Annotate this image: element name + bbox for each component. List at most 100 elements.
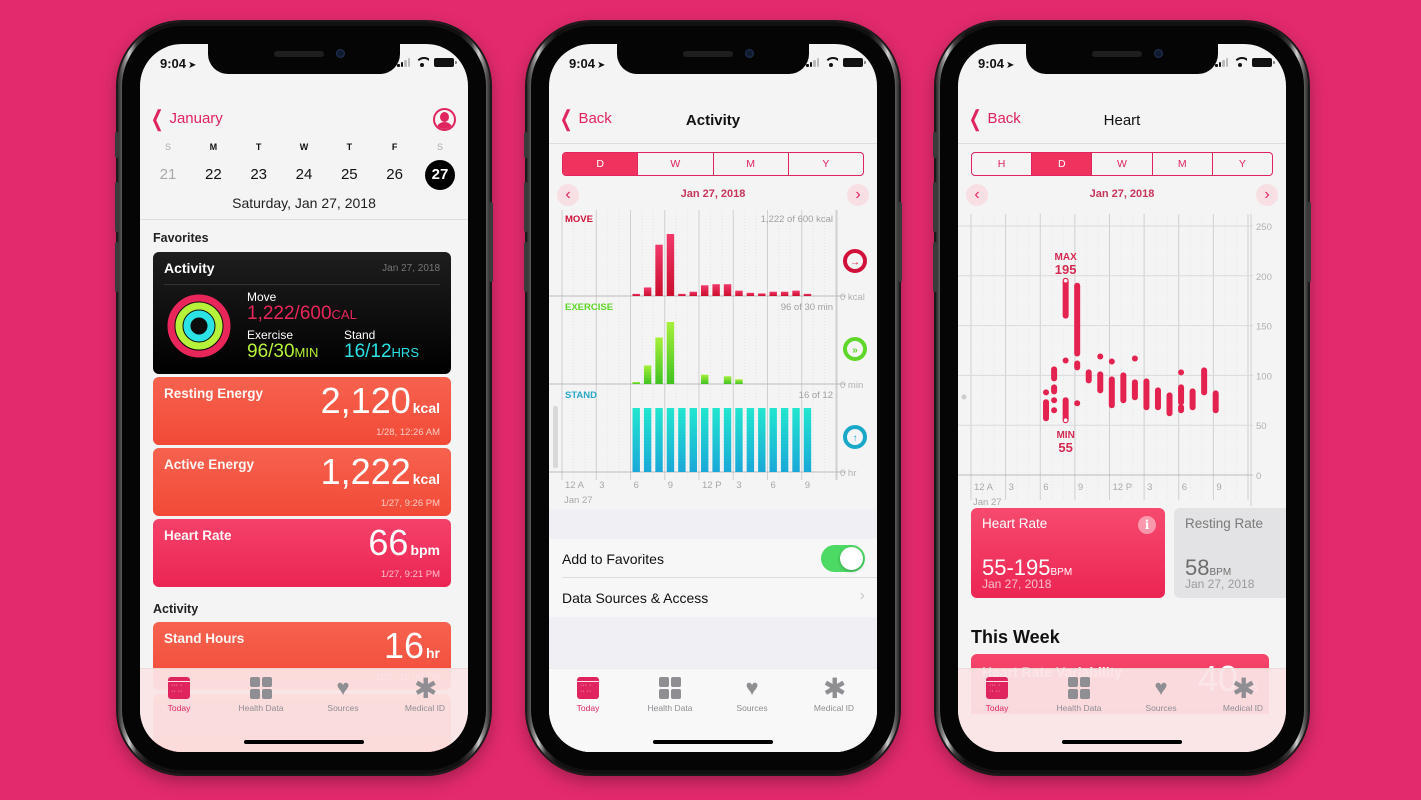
- tab-medical-id[interactable]: ✱ Medical ID: [384, 675, 466, 714]
- calendar-icon: [577, 677, 599, 699]
- x-tick-label: 6: [1182, 482, 1187, 493]
- section-spacer: [549, 509, 877, 539]
- wifi-icon: [1233, 57, 1247, 67]
- segment-day[interactable]: D: [563, 153, 638, 175]
- bar-exercise: [666, 322, 675, 384]
- tab-sources[interactable]: ♥ Sources: [302, 677, 384, 714]
- nav-bar: ❮ Back Heart: [958, 88, 1286, 144]
- tab-today[interactable]: Today: [140, 677, 220, 713]
- day-sun[interactable]: S 21: [146, 142, 190, 190]
- segment-week[interactable]: W: [637, 153, 712, 175]
- heart-rate-summary-card[interactable]: Heart Rate i 55-195BPM Jan 27, 2018: [971, 508, 1165, 598]
- divider: [164, 284, 440, 285]
- data-sources-row[interactable]: Data Sources & Access ›: [549, 578, 877, 617]
- volume-down-button: [933, 242, 937, 292]
- tab-health-data[interactable]: Health Data: [629, 677, 711, 713]
- tab-medical-id[interactable]: ✱ Medical ID: [1202, 675, 1284, 714]
- chevron-left-icon: ❮: [150, 105, 164, 131]
- day-fri[interactable]: F 26: [373, 142, 417, 190]
- this-week-heading: This Week: [971, 627, 1060, 647]
- battery-icon: [1252, 57, 1275, 67]
- screen: 9:04 ➤ ❮ January S 21 M 22 T 23 W 24 T 25 F 26 S…: [140, 44, 468, 752]
- profile-icon[interactable]: [433, 108, 456, 131]
- x-tick-label: 6: [771, 480, 776, 491]
- bar-exercise: [723, 376, 732, 384]
- x-tick-label: 3: [599, 480, 604, 491]
- mute-switch: [524, 132, 528, 158]
- screen: 9:04 ➤ ❮ Back Heart H D W M Y ‹ Jan 27, 20…: [958, 44, 1286, 752]
- y-tick-label: 150: [1256, 322, 1272, 333]
- day-mon[interactable]: M 22: [191, 142, 235, 190]
- grid-icon: [659, 677, 681, 699]
- segment-month[interactable]: M: [1151, 153, 1212, 175]
- tab-sources[interactable]: ♥ Sources: [711, 677, 793, 714]
- next-date-button[interactable]: ›: [1256, 184, 1278, 206]
- bar-move: [701, 285, 709, 296]
- screen: 9:04 ➤ ❮ Back Activity D W M Y ‹ Jan 27, 2…: [549, 44, 877, 752]
- home-indicator[interactable]: [653, 740, 773, 744]
- home-indicator[interactable]: [1062, 740, 1182, 744]
- bar-move: [758, 293, 766, 296]
- battery-icon: [434, 57, 457, 67]
- week-strip: S 21 M 22 T 23 W 24 T 25 F 26 S 27: [146, 142, 462, 190]
- date-navigator: ‹ Jan 27, 2018 ›: [557, 184, 869, 206]
- bar-move: [792, 290, 800, 296]
- series-summary: 96 of 30 min: [781, 302, 833, 313]
- stand-ring: [183, 310, 215, 342]
- ring-arrow-icon: →: [850, 257, 860, 268]
- favorites-heading: Favorites: [153, 231, 209, 245]
- back-button[interactable]: ❮ January: [148, 105, 223, 131]
- tab-sources[interactable]: ♥ Sources: [1120, 677, 1202, 714]
- bar-exercise: [655, 337, 663, 384]
- activity-card[interactable]: Activity Jan 27, 2018 Move 1,222/600CAL …: [153, 252, 451, 374]
- divider: [140, 219, 468, 220]
- tab-health-data[interactable]: Health Data: [220, 677, 302, 713]
- resting-energy-card[interactable]: Resting Energy 2,120 kcal 1/28, 12:26 AM: [153, 377, 451, 445]
- wifi-icon: [824, 57, 838, 67]
- segment-week[interactable]: W: [1091, 153, 1151, 175]
- asterisk-icon: ✱: [823, 673, 847, 704]
- tab-today[interactable]: Today: [549, 677, 629, 713]
- info-icon[interactable]: i: [1138, 516, 1156, 534]
- y-tick-label: 250: [1256, 222, 1272, 233]
- wifi-icon: [415, 57, 429, 67]
- day-thu[interactable]: T 25: [327, 142, 371, 190]
- tab-today[interactable]: Today: [958, 677, 1038, 713]
- x-tick-label: 12 P: [1113, 482, 1133, 493]
- range-segmented-control: D W M Y: [562, 152, 864, 176]
- segment-month[interactable]: M: [712, 153, 788, 175]
- x-tick-label: 9: [805, 480, 810, 491]
- nav-title: Activity: [685, 112, 741, 129]
- day-wed[interactable]: W 24: [282, 142, 326, 190]
- active-energy-card[interactable]: Active Energy 1,222 kcal 1/27, 9:26 PM: [153, 448, 451, 516]
- home-indicator[interactable]: [244, 740, 364, 744]
- bar-exercise: [632, 382, 640, 384]
- segment-year[interactable]: Y: [1211, 153, 1272, 175]
- activity-rings: [167, 294, 231, 358]
- calendar-icon: [986, 677, 1008, 699]
- segment-day[interactable]: D: [1031, 153, 1092, 175]
- bar-stand: [803, 408, 812, 472]
- bar-stand: [758, 408, 766, 472]
- heart-rate-card[interactable]: Heart Rate 66 bpm 1/27, 9:21 PM: [153, 519, 451, 587]
- date-label: Jan 27, 2018: [1089, 188, 1155, 200]
- y-tick-label: 0: [1256, 471, 1261, 482]
- heart-rate-chart: 250200150100500MAX195MIN5512 A 3 6 9 12 P369…: [958, 214, 1272, 506]
- next-date-button[interactable]: ›: [847, 184, 869, 206]
- bar-stand: [689, 408, 697, 472]
- bar-stand: [735, 408, 743, 472]
- resting-rate-card[interactable]: Resting Rate 58BPM Jan 27, 2018: [1174, 508, 1286, 598]
- segment-year[interactable]: Y: [787, 153, 863, 175]
- day-tue[interactable]: T 23: [237, 142, 281, 190]
- status-time: 9:04 ➤: [978, 56, 1015, 71]
- bar-move: [712, 284, 720, 296]
- activity-card-title: Activity: [164, 260, 215, 276]
- tab-medical-id[interactable]: ✱ Medical ID: [793, 673, 875, 714]
- day-sat-selected[interactable]: S 27: [418, 142, 462, 190]
- favorites-toggle[interactable]: [821, 545, 865, 572]
- nav-bar: ❮ January: [140, 88, 468, 144]
- segment-hour[interactable]: H: [972, 153, 1031, 175]
- y-tick-label: 100: [1256, 371, 1272, 382]
- notch: [617, 44, 809, 74]
- tab-health-data[interactable]: Health Data: [1038, 677, 1120, 713]
